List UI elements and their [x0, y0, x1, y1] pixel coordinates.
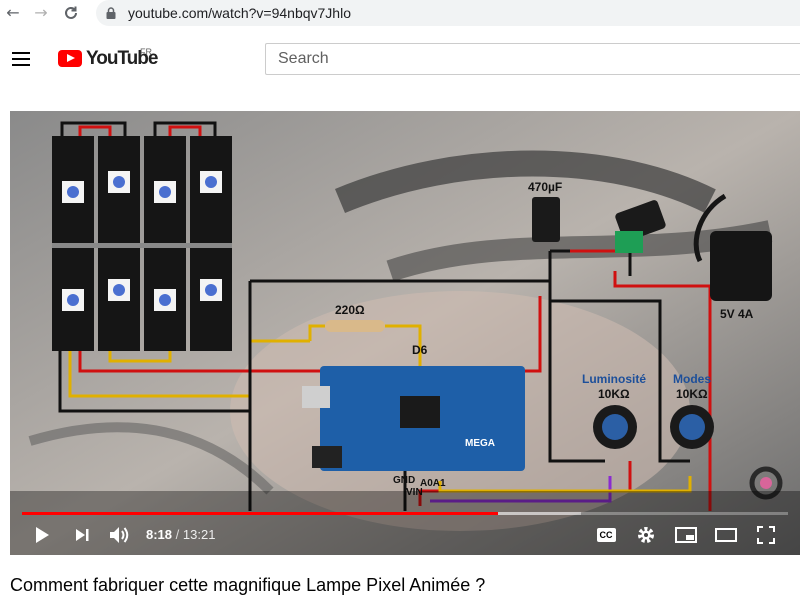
region-code: FR	[140, 47, 152, 57]
browser-toolbar: ← → youtube.com/watch?v=94nbqv7Jhlo	[0, 0, 800, 26]
url-text: youtube.com/watch?v=94nbqv7Jhlo	[128, 5, 351, 21]
youtube-play-logo-icon	[58, 50, 82, 67]
power-adapter	[710, 231, 772, 301]
address-bar[interactable]: youtube.com/watch?v=94nbqv7Jhlo	[96, 0, 800, 26]
resistor	[325, 320, 385, 332]
youtube-header: YouTube FR	[0, 30, 800, 88]
miniplayer-icon[interactable]	[668, 515, 704, 555]
duration: 13:21	[182, 527, 216, 542]
search-input[interactable]	[266, 44, 800, 74]
board-name-label: MEGA	[465, 438, 495, 449]
capacitor-label: 470µF	[528, 180, 562, 194]
reload-icon[interactable]	[60, 2, 82, 24]
captions-button[interactable]: CC	[588, 515, 624, 555]
lock-icon	[106, 7, 116, 19]
pot-luminosity-label: Luminosité	[582, 372, 646, 386]
gear-icon[interactable]	[628, 515, 664, 555]
pot-modes-label: Modes	[673, 372, 711, 386]
current-time: 8:18	[146, 527, 173, 542]
next-icon[interactable]	[64, 515, 100, 555]
video-player[interactable]: 470µF 220Ω D6 MEGA GND VIN A0A1 5V 4A Lu…	[10, 111, 800, 555]
pot-modes-value: 10KΩ	[676, 387, 708, 401]
play-icon[interactable]	[24, 515, 60, 555]
video-frame: 470µF 220Ω D6 MEGA GND VIN A0A1 5V 4A Lu…	[10, 111, 800, 555]
search-box	[265, 43, 800, 75]
player-controls: 8:18 / 13:21 CC	[10, 515, 800, 555]
gnd-label: GND	[393, 475, 415, 486]
capacitor	[532, 197, 560, 242]
back-arrow-icon[interactable]: ←	[2, 2, 24, 24]
video-title: Comment fabriquer cette magnifique Lampe…	[10, 575, 486, 595]
theater-icon[interactable]	[708, 515, 744, 555]
resistor-label: 220Ω	[335, 303, 365, 317]
hamburger-icon[interactable]	[12, 52, 32, 66]
youtube-logo[interactable]: YouTube FR	[58, 47, 158, 73]
data-pin-label: D6	[412, 343, 428, 357]
fullscreen-icon[interactable]	[748, 515, 784, 555]
a0a1-label: A0A1	[420, 478, 446, 489]
power-supply-label: 5V 4A	[720, 307, 754, 321]
volume-icon[interactable]	[102, 515, 138, 555]
time-display: 8:18 / 13:21	[146, 527, 216, 542]
pot-luminosity-value: 10KΩ	[598, 387, 630, 401]
forward-arrow-icon[interactable]: →	[30, 2, 52, 24]
cc-label: CC	[596, 528, 616, 542]
